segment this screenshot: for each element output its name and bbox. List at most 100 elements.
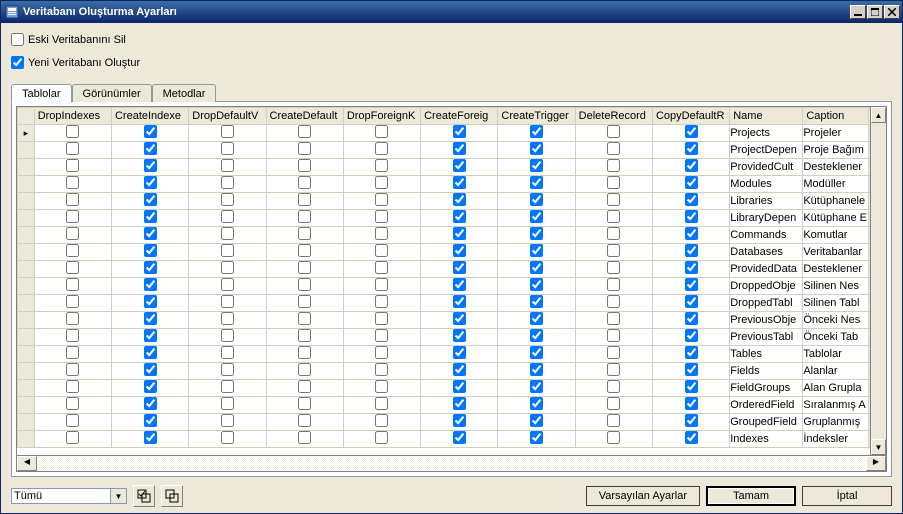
table-row[interactable]: DroppedTablSilinen Tabl [18, 295, 886, 312]
cell-checkbox[interactable] [375, 312, 388, 325]
cell-checkbox[interactable] [221, 176, 234, 189]
filter-dropdown-button[interactable]: ▼ [111, 488, 127, 504]
cell-checkbox[interactable] [66, 261, 79, 274]
cell-checkbox[interactable] [453, 142, 466, 155]
cell-caption[interactable]: Tablolar [803, 346, 869, 363]
cell-checkbox[interactable] [144, 295, 157, 308]
cell-caption[interactable]: Modüller [803, 176, 869, 193]
cell-checkbox[interactable] [607, 142, 620, 155]
tab-tablolar[interactable]: Tablolar [11, 84, 72, 103]
table-row[interactable]: DatabasesVeritabanlar [18, 244, 886, 261]
table-row[interactable]: LibrariesKütüphanele [18, 193, 886, 210]
cell-checkbox[interactable] [144, 363, 157, 376]
cell-caption[interactable]: Desteklener [803, 261, 869, 278]
cell-checkbox[interactable] [375, 346, 388, 359]
cell-checkbox[interactable] [221, 159, 234, 172]
cell-checkbox[interactable] [453, 397, 466, 410]
cell-checkbox[interactable] [298, 278, 311, 291]
maximize-button[interactable] [867, 5, 883, 19]
table-row[interactable]: FieldsAlanlar [18, 363, 886, 380]
vertical-scrollbar[interactable]: ▲ ▼ [870, 107, 886, 455]
cell-checkbox[interactable] [530, 125, 543, 138]
cell-checkbox[interactable] [375, 261, 388, 274]
table-row[interactable]: TablesTablolar [18, 346, 886, 363]
create-new-db-checkbox[interactable] [11, 56, 24, 69]
scroll-right-button[interactable]: ▶ [866, 456, 886, 471]
cell-checkbox[interactable] [685, 363, 698, 376]
cell-checkbox[interactable] [375, 329, 388, 342]
cell-checkbox[interactable] [375, 278, 388, 291]
tab-metodlar[interactable]: Metodlar [152, 84, 217, 102]
row-header[interactable] [18, 414, 35, 431]
cell-checkbox[interactable] [298, 312, 311, 325]
row-header[interactable] [18, 159, 35, 176]
defaults-button[interactable]: Varsayılan Ayarlar [586, 486, 700, 506]
scroll-up-button[interactable]: ▲ [871, 107, 886, 123]
row-header[interactable] [18, 176, 35, 193]
row-header[interactable] [18, 329, 35, 346]
cell-checkbox[interactable] [607, 261, 620, 274]
cell-checkbox[interactable] [144, 159, 157, 172]
cell-checkbox[interactable] [685, 227, 698, 240]
cell-checkbox[interactable] [298, 176, 311, 189]
cell-checkbox[interactable] [453, 193, 466, 206]
cell-checkbox[interactable] [685, 278, 698, 291]
cell-caption[interactable]: Komutlar [803, 227, 869, 244]
cell-name[interactable]: DroppedObje [730, 278, 803, 295]
cell-name[interactable]: Tables [730, 346, 803, 363]
cell-checkbox[interactable] [453, 261, 466, 274]
cell-checkbox[interactable] [530, 380, 543, 393]
cell-checkbox[interactable] [685, 261, 698, 274]
table-row[interactable]: ModulesModüller [18, 176, 886, 193]
table-row[interactable]: DroppedObjeSilinen Nes [18, 278, 886, 295]
cell-checkbox[interactable] [144, 431, 157, 444]
cell-checkbox[interactable] [375, 431, 388, 444]
cell-checkbox[interactable] [453, 431, 466, 444]
cell-checkbox[interactable] [144, 244, 157, 257]
cell-checkbox[interactable] [607, 431, 620, 444]
row-header[interactable] [18, 431, 35, 448]
cell-checkbox[interactable] [453, 363, 466, 376]
table-row[interactable]: FieldGroupsAlan Grupla [18, 380, 886, 397]
cell-checkbox[interactable] [66, 431, 79, 444]
cell-checkbox[interactable] [221, 193, 234, 206]
cell-checkbox[interactable] [221, 312, 234, 325]
cell-checkbox[interactable] [66, 210, 79, 223]
cell-checkbox[interactable] [530, 312, 543, 325]
select-all-button[interactable] [133, 485, 155, 507]
column-header-dropindexes[interactable]: DropIndexes [34, 108, 111, 125]
cell-caption[interactable]: Projeler [803, 125, 869, 142]
cell-checkbox[interactable] [298, 431, 311, 444]
cell-checkbox[interactable] [66, 414, 79, 427]
cell-checkbox[interactable] [530, 159, 543, 172]
cell-checkbox[interactable] [66, 159, 79, 172]
cell-checkbox[interactable] [530, 210, 543, 223]
cell-name[interactable]: ProvidedCult [730, 159, 803, 176]
row-header[interactable] [18, 397, 35, 414]
cell-checkbox[interactable] [453, 329, 466, 342]
cell-checkbox[interactable] [221, 431, 234, 444]
table-row[interactable]: ProvidedCultDesteklener [18, 159, 886, 176]
cell-caption[interactable]: Sıralanmış A [803, 397, 869, 414]
cell-checkbox[interactable] [607, 414, 620, 427]
cell-checkbox[interactable] [607, 176, 620, 189]
cell-checkbox[interactable] [298, 380, 311, 393]
cell-checkbox[interactable] [530, 278, 543, 291]
cell-checkbox[interactable] [375, 210, 388, 223]
cell-checkbox[interactable] [685, 329, 698, 342]
cell-checkbox[interactable] [66, 380, 79, 393]
cell-checkbox[interactable] [221, 125, 234, 138]
cell-checkbox[interactable] [607, 210, 620, 223]
delete-old-db-check[interactable]: Eski Veritabanını Sil [11, 33, 892, 46]
cell-caption[interactable]: Kütüphane E [803, 210, 869, 227]
table-row[interactable]: ProjectsProjeler [18, 125, 886, 142]
cell-checkbox[interactable] [453, 244, 466, 257]
table-row[interactable]: ProjectDepenProje Bağım [18, 142, 886, 159]
row-header[interactable] [18, 312, 35, 329]
cell-checkbox[interactable] [144, 227, 157, 240]
row-header[interactable] [18, 210, 35, 227]
cell-checkbox[interactable] [221, 227, 234, 240]
cell-checkbox[interactable] [298, 295, 311, 308]
cell-checkbox[interactable] [607, 380, 620, 393]
column-header-deleterecord[interactable]: DeleteRecord [575, 108, 652, 125]
